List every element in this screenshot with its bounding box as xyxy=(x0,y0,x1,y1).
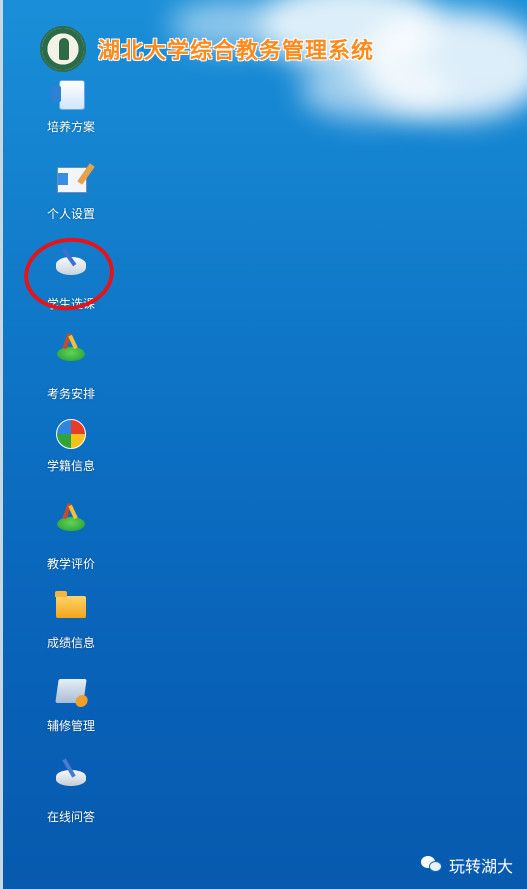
window-left-border xyxy=(0,0,3,889)
desktop-icon-training-plan[interactable]: 培养方案 xyxy=(38,78,104,135)
wechat-icon xyxy=(420,856,443,874)
teaching-evaluation-icon xyxy=(55,517,87,549)
desktop-icon-teaching-evaluation[interactable]: 教学评价 xyxy=(38,503,104,572)
desktop-icon-exam-arrangement[interactable]: 考务安排 xyxy=(38,333,104,402)
desktop-icon-label: 教学评价 xyxy=(46,557,95,571)
minor-management-icon xyxy=(55,679,87,711)
desktop-icon-label: 学籍信息 xyxy=(46,459,95,473)
training-plan-icon xyxy=(55,80,87,112)
grades-folder-icon xyxy=(55,596,87,628)
system-title: 湖北大学综合教务管理系统 xyxy=(98,38,375,64)
desktop-icon-label: 在线问答 xyxy=(46,810,95,824)
desktop-icon-student-status[interactable]: 学籍信息 xyxy=(38,418,104,474)
desktop-icon-label: 个人设置 xyxy=(46,207,95,221)
desktop-icon-label: 辅修管理 xyxy=(46,719,95,733)
watermark-text: 玩转湖大 xyxy=(448,857,513,876)
personal-settings-icon xyxy=(55,167,87,199)
desktop-icon-minor-management[interactable]: 辅修管理 xyxy=(38,673,104,734)
desktop-icon-label: 培养方案 xyxy=(46,120,95,134)
online-qa-icon xyxy=(55,770,87,802)
desktop-icon-online-qa[interactable]: 在线问答 xyxy=(38,758,104,825)
wechat-watermark: 玩转湖大 xyxy=(420,853,513,877)
desktop-icon-grades[interactable]: 成绩信息 xyxy=(38,588,104,651)
desktop-icon-label: 成绩信息 xyxy=(46,636,95,650)
desktop-background: 湖北大学综合教务管理系统 培养方案 个人设置 学生选课 考务安排 学籍信息 教学… xyxy=(0,0,527,889)
system-header: 湖北大学综合教务管理系统 xyxy=(40,26,374,72)
desktop-icon-label: 考务安排 xyxy=(46,387,95,401)
student-status-icon xyxy=(55,419,87,451)
exam-arrangement-icon xyxy=(55,347,87,379)
desktop-icon-personal-settings[interactable]: 个人设置 xyxy=(38,163,104,222)
university-logo xyxy=(40,26,86,72)
